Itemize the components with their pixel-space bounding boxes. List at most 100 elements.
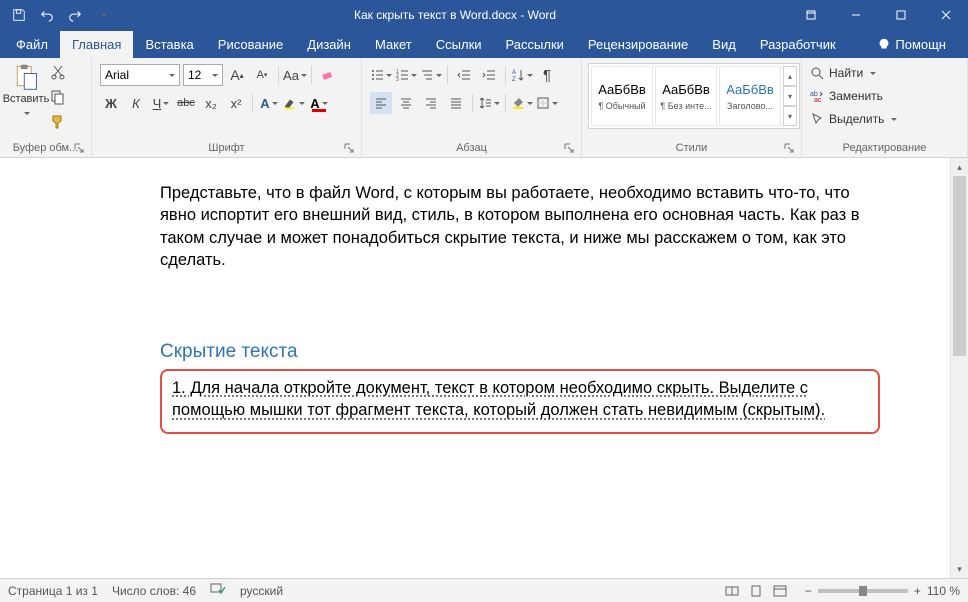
- redo-button[interactable]: [62, 2, 88, 28]
- group-label: Шрифт: [208, 142, 244, 154]
- maximize-button[interactable]: [878, 0, 923, 30]
- styles-launcher[interactable]: [783, 143, 795, 155]
- increase-indent-button[interactable]: [478, 64, 500, 86]
- style-heading1[interactable]: АаБбВв Заголово...: [719, 66, 781, 126]
- style-no-spacing[interactable]: АаБбВв ¶ Без инте...: [655, 66, 717, 126]
- justify-icon: [449, 96, 463, 110]
- shrink-font-button[interactable]: A▾: [251, 64, 273, 86]
- copy-button[interactable]: [50, 89, 66, 110]
- align-right-icon: [424, 96, 438, 110]
- format-painter-button[interactable]: [50, 114, 66, 135]
- font-launcher[interactable]: [343, 143, 355, 155]
- grow-font-button[interactable]: A▴: [226, 64, 248, 86]
- font-color-button[interactable]: A: [308, 92, 330, 114]
- decrease-indent-button[interactable]: [453, 64, 475, 86]
- clipboard-icon: [12, 63, 40, 91]
- zoom-level[interactable]: 110 %: [927, 584, 960, 598]
- shading-button[interactable]: [511, 92, 533, 114]
- cut-button[interactable]: [50, 64, 66, 85]
- language-indicator[interactable]: русский: [240, 584, 283, 598]
- align-left-button[interactable]: [370, 92, 392, 114]
- line-spacing-button[interactable]: [478, 92, 500, 114]
- underline-button[interactable]: Ч: [150, 92, 172, 114]
- font-name-select[interactable]: Arial: [100, 64, 180, 86]
- tab-layout[interactable]: Макет: [363, 31, 424, 58]
- highlight-button[interactable]: [283, 92, 305, 114]
- tab-mailings[interactable]: Рассылки: [494, 31, 576, 58]
- tell-me-button[interactable]: Помощн: [865, 31, 958, 58]
- justify-button[interactable]: [445, 92, 467, 114]
- tab-references[interactable]: Ссылки: [424, 31, 494, 58]
- numbering-icon: 123: [395, 68, 409, 82]
- gallery-more-button[interactable]: ▾: [783, 106, 797, 126]
- borders-button[interactable]: [536, 92, 558, 114]
- save-button[interactable]: [6, 2, 32, 28]
- tab-design[interactable]: Дизайн: [295, 31, 363, 58]
- align-right-button[interactable]: [420, 92, 442, 114]
- clear-format-button[interactable]: [317, 64, 339, 86]
- change-case-button[interactable]: Aa: [284, 64, 306, 86]
- vertical-scrollbar[interactable]: ▴ ▾: [950, 158, 968, 578]
- scroll-thumb[interactable]: [953, 176, 966, 356]
- bold-button[interactable]: Ж: [100, 92, 122, 114]
- quick-access-toolbar: [0, 2, 122, 28]
- tab-draw[interactable]: Рисование: [206, 31, 295, 58]
- replace-button[interactable]: abac Заменить: [806, 86, 901, 106]
- multilevel-button[interactable]: [420, 64, 442, 86]
- show-marks-button[interactable]: ¶: [536, 64, 558, 86]
- svg-text:ac: ac: [814, 97, 822, 103]
- ribbon-display-button[interactable]: [788, 0, 833, 30]
- read-mode-button[interactable]: [721, 582, 743, 600]
- copy-icon: [50, 89, 66, 105]
- zoom-in-button[interactable]: +: [914, 584, 921, 598]
- minimize-button[interactable]: [833, 0, 878, 30]
- scroll-up-button[interactable]: ▴: [951, 158, 968, 176]
- undo-button[interactable]: [34, 2, 60, 28]
- borders-icon: [536, 96, 550, 110]
- group-label: Редактирование: [843, 142, 927, 154]
- text-effects-button[interactable]: A: [258, 92, 280, 114]
- paragraph-launcher[interactable]: [563, 143, 575, 155]
- gallery-up-button[interactable]: ▴: [783, 66, 797, 86]
- zoom-slider[interactable]: [818, 589, 908, 593]
- clipboard-launcher[interactable]: [73, 143, 85, 155]
- paste-button[interactable]: Вставить: [4, 61, 48, 119]
- strike-button[interactable]: abc: [175, 92, 197, 114]
- sort-button[interactable]: AZ: [511, 64, 533, 86]
- numbering-button[interactable]: 123: [395, 64, 417, 86]
- find-button[interactable]: Найти: [806, 63, 901, 83]
- font-size-select[interactable]: 12: [183, 64, 223, 86]
- selected-text[interactable]: 1. Для начала откройте документ, текст в…: [172, 379, 825, 419]
- scroll-down-button[interactable]: ▾: [951, 560, 968, 578]
- svg-text:Z: Z: [512, 77, 516, 82]
- style-normal[interactable]: АаБбВв ¶ Обычный: [591, 66, 653, 126]
- page-indicator[interactable]: Страница 1 из 1: [8, 584, 98, 598]
- document-page[interactable]: Представьте, что в файл Word, с которым …: [0, 158, 950, 578]
- align-center-button[interactable]: [395, 92, 417, 114]
- qat-customize-button[interactable]: [90, 2, 116, 28]
- cursor-icon: [810, 112, 824, 126]
- sort-icon: AZ: [511, 68, 525, 82]
- gallery-down-button[interactable]: ▾: [783, 86, 797, 106]
- bullets-button[interactable]: [370, 64, 392, 86]
- print-layout-button[interactable]: [745, 582, 767, 600]
- spell-check-icon[interactable]: [210, 582, 226, 599]
- tab-view[interactable]: Вид: [700, 31, 748, 58]
- superscript-button[interactable]: x²: [225, 92, 247, 114]
- tab-file[interactable]: Файл: [4, 31, 60, 58]
- tab-insert[interactable]: Вставка: [133, 31, 205, 58]
- view-buttons: [721, 582, 791, 600]
- select-button[interactable]: Выделить: [806, 109, 901, 129]
- tab-home[interactable]: Главная: [60, 31, 133, 58]
- tab-developer[interactable]: Разработчик: [748, 31, 848, 58]
- close-button[interactable]: [923, 0, 968, 30]
- word-count[interactable]: Число слов: 46: [112, 584, 196, 598]
- tab-review[interactable]: Рецензирование: [576, 31, 700, 58]
- web-layout-button[interactable]: [769, 582, 791, 600]
- italic-button[interactable]: К: [125, 92, 147, 114]
- brush-icon: [50, 114, 66, 130]
- zoom-out-button[interactable]: −: [805, 584, 812, 598]
- align-center-icon: [399, 96, 413, 110]
- subscript-button[interactable]: x₂: [200, 92, 222, 114]
- group-label: Стили: [676, 142, 708, 154]
